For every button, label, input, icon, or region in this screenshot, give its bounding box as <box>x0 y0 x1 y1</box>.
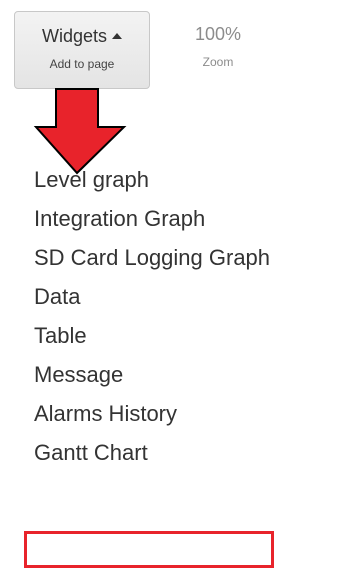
widgets-title: Widgets <box>15 26 149 46</box>
menu-item-alarms-history[interactable]: Alarms History <box>34 394 270 433</box>
widgets-button[interactable]: Widgets Add to page <box>14 11 150 89</box>
menu-item-table[interactable]: Table <box>34 316 270 355</box>
menu-item-integration-graph[interactable]: Integration Graph <box>34 199 270 238</box>
highlight-box <box>24 531 274 568</box>
menu-item-data[interactable]: Data <box>34 277 270 316</box>
zoom-label: Zoom <box>202 55 234 69</box>
zoom-value: 100% <box>194 24 242 44</box>
menu-item-gantt-chart[interactable]: Gantt Chart <box>34 433 270 472</box>
menu-item-level-graph[interactable]: Level graph <box>34 160 270 199</box>
widgets-sublabel: Add to page <box>49 57 115 71</box>
zoom-control[interactable]: 100% Zoom <box>178 24 258 69</box>
widget-menu: Level graph Integration Graph SD Card Lo… <box>34 160 270 472</box>
caret-up-icon <box>112 33 123 39</box>
menu-item-sd-card-logging-graph[interactable]: SD Card Logging Graph <box>34 238 270 277</box>
canvas: Widgets Add to page 100% Zoom Level grap… <box>0 0 349 571</box>
menu-item-message[interactable]: Message <box>34 355 270 394</box>
widgets-label: Widgets <box>41 26 108 46</box>
